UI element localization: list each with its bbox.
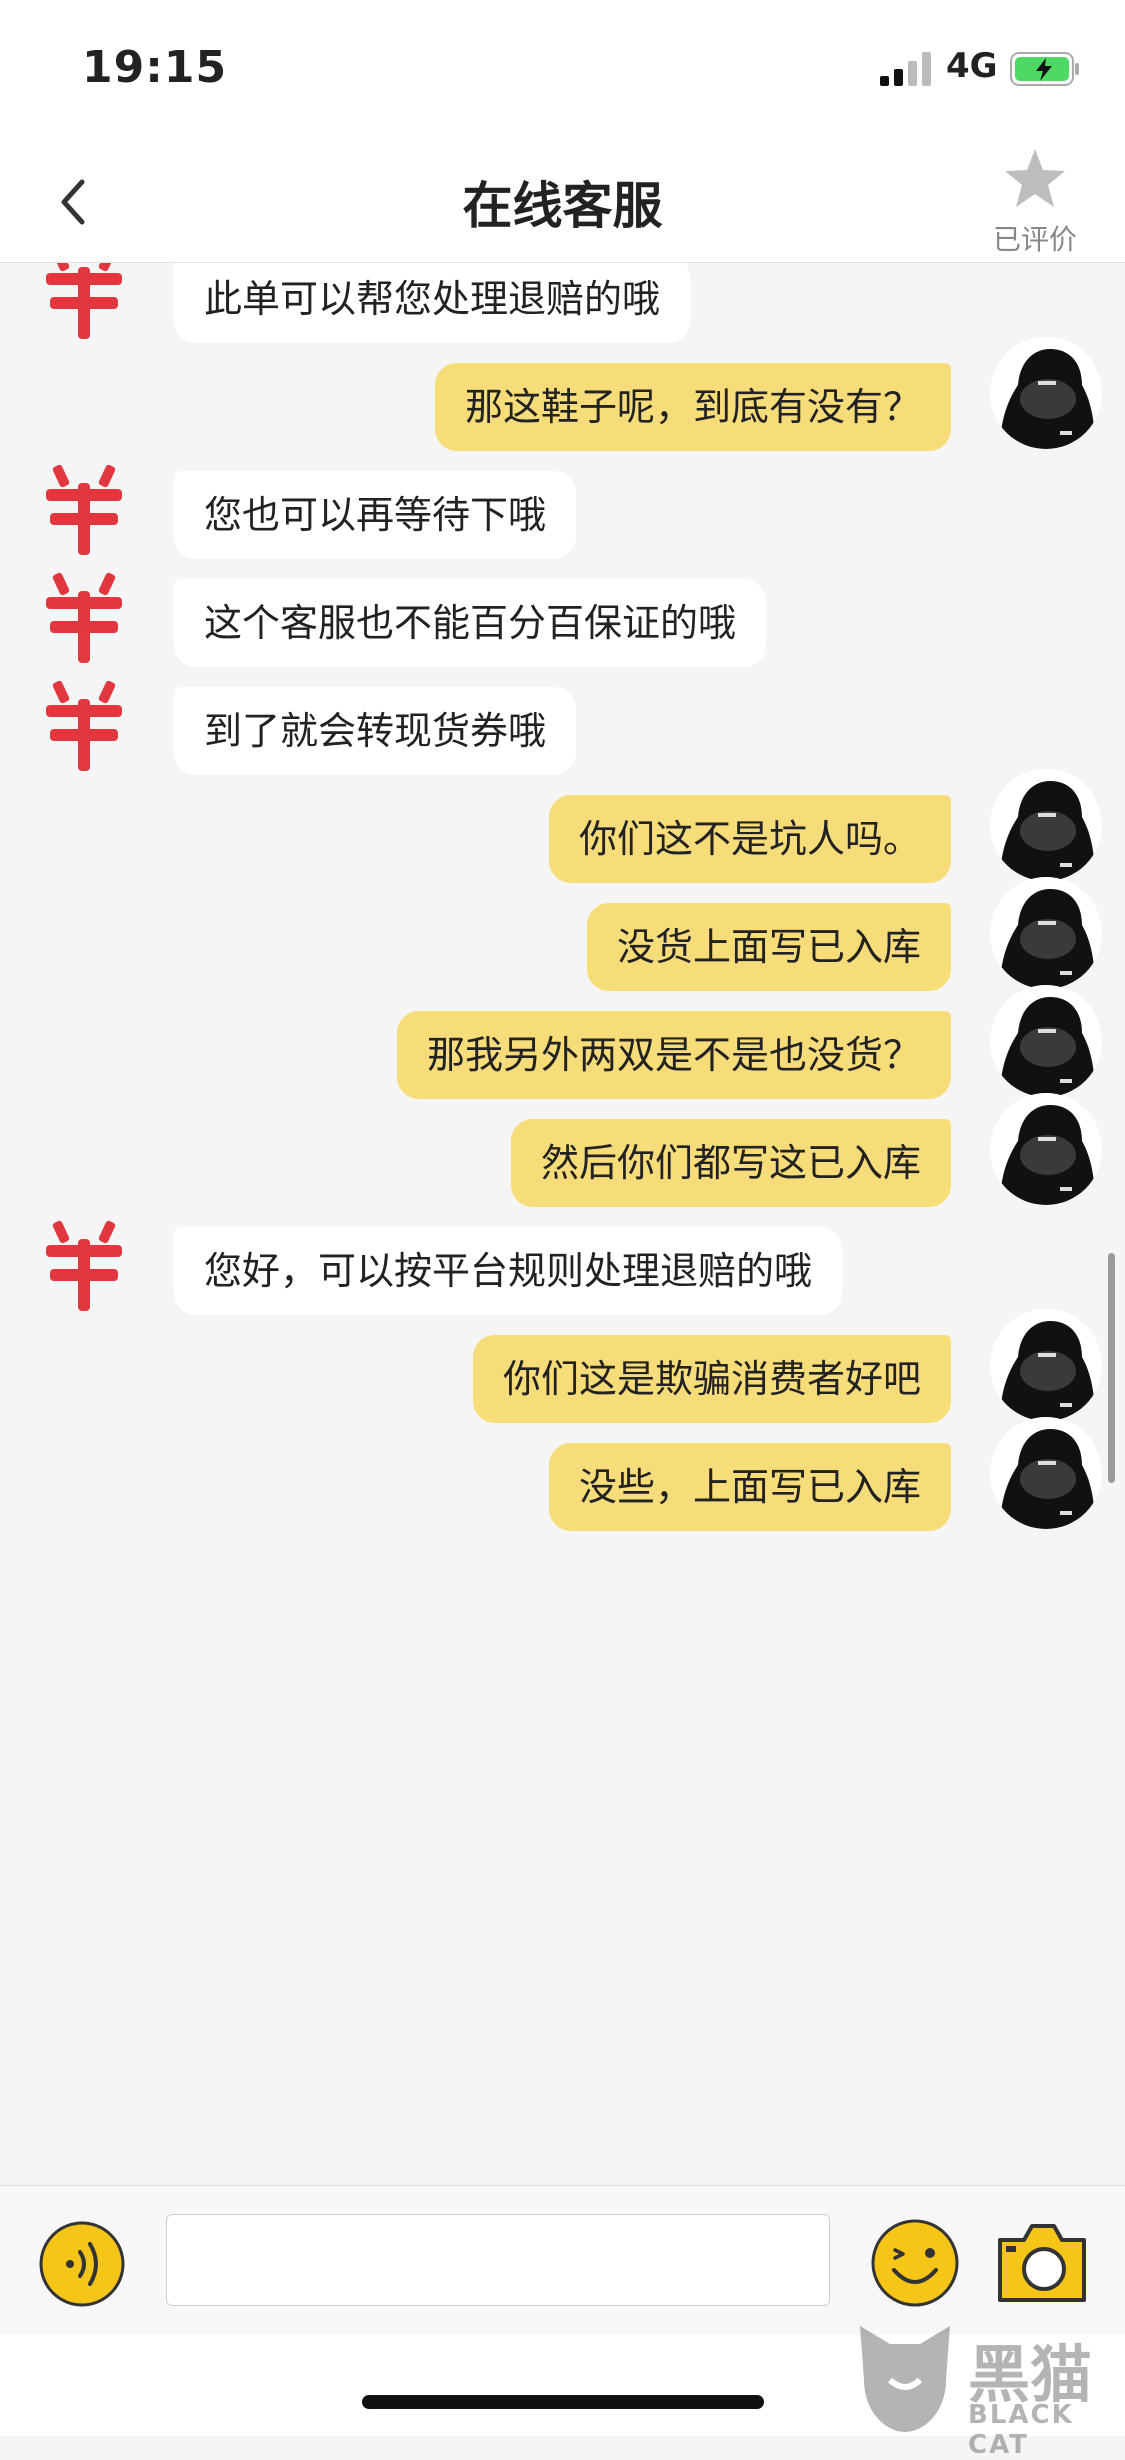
outgoing-message: 然后你们都写这已入库 <box>0 1093 1125 1219</box>
input-bar <box>0 2185 1125 2336</box>
message-bubble[interactable]: 这个客服也不能百分百保证的哦 <box>174 579 767 667</box>
message-bubble[interactable]: 然后你们都写这已入库 <box>510 1119 951 1207</box>
user-avatar-image <box>990 337 1102 449</box>
user-avatar-image <box>990 877 1102 989</box>
agent-avatar <box>46 263 122 339</box>
chat-list[interactable]: 此单可以帮您处理退赔的哦 那这鞋子呢，到底有没有？ 您也可以再等待下哦 这个客服… <box>0 263 1125 2185</box>
outgoing-message: 没些，上面写已入库 <box>0 1417 1125 1543</box>
user-avatar <box>990 1309 1102 1421</box>
message-bubble[interactable]: 你们这不是坑人吗。 <box>548 795 951 883</box>
outgoing-message: 你们这不是坑人吗。 <box>0 769 1125 895</box>
incoming-message: 这个客服也不能百分百保证的哦 <box>0 572 1125 679</box>
message-bubble[interactable]: 没些，上面写已入库 <box>548 1443 951 1531</box>
outgoing-message: 那我另外两双是不是也没货？ <box>0 985 1125 1111</box>
message-bubble[interactable]: 你们这是欺骗消费者好吧 <box>472 1335 951 1423</box>
outgoing-message: 你们这是欺骗消费者好吧 <box>0 1309 1125 1435</box>
message-bubble[interactable]: 没货上面写已入库 <box>586 903 951 991</box>
nav-header: 在线客服 已评价 <box>0 136 1125 263</box>
message-input[interactable] <box>166 2214 830 2306</box>
agent-avatar <box>46 572 122 663</box>
message-bubble[interactable]: 那我另外两双是不是也没货？ <box>396 1011 951 1099</box>
incoming-message: 您也可以再等待下哦 <box>0 464 1125 571</box>
user-avatar-image <box>990 985 1102 1097</box>
user-avatar <box>990 985 1102 1097</box>
page-title: 在线客服 <box>462 177 663 235</box>
battery-icon <box>1010 52 1079 86</box>
star-icon <box>1005 149 1065 207</box>
outgoing-message: 那这鞋子呢，到底有没有？ <box>0 337 1125 463</box>
user-avatar-image <box>990 1309 1102 1421</box>
user-avatar <box>990 337 1102 449</box>
emoji-icon[interactable] <box>870 2218 960 2308</box>
black-cat-logo <box>860 2326 950 2432</box>
user-avatar <box>990 877 1102 989</box>
watermark: 黑猫 BLACK CAT <box>850 2320 1125 2460</box>
status-time: 19:15 <box>82 42 228 93</box>
outgoing-message: 没货上面写已入库 <box>0 877 1125 1003</box>
message-bubble[interactable]: 那这鞋子呢，到底有没有？ <box>434 363 951 451</box>
message-bubble[interactable]: 此单可以帮您处理退赔的哦 <box>174 263 691 343</box>
watermark-sub: BLACK CAT <box>968 2400 1074 2460</box>
agent-avatar <box>46 1220 122 1311</box>
incoming-message: 此单可以帮您处理退赔的哦 <box>0 263 1125 355</box>
incoming-message: 您好，可以按平台规则处理退赔的哦 <box>0 1220 1125 1327</box>
agent-avatar <box>46 464 122 555</box>
camera-icon[interactable] <box>994 2216 1090 2308</box>
incoming-message: 到了就会转现货券哦 <box>0 680 1125 787</box>
user-avatar <box>990 1417 1102 1529</box>
agent-avatar <box>46 680 122 771</box>
signal-icon <box>880 52 931 86</box>
voice-icon[interactable] <box>38 2220 126 2308</box>
network-type: 4G <box>946 46 998 86</box>
home-indicator[interactable] <box>362 2395 764 2409</box>
user-avatar <box>990 769 1102 881</box>
rate-button[interactable]: 已评价 <box>980 146 1090 256</box>
scrollbar[interactable] <box>1108 1253 1115 1483</box>
message-bubble[interactable]: 您也可以再等待下哦 <box>174 471 577 559</box>
rate-label: 已评价 <box>992 223 1077 256</box>
user-avatar-image <box>990 1093 1102 1205</box>
user-avatar <box>990 1093 1102 1205</box>
user-avatar-image <box>990 769 1102 881</box>
message-bubble[interactable]: 您好，可以按平台规则处理退赔的哦 <box>174 1227 843 1315</box>
user-avatar-image <box>990 1417 1102 1529</box>
status-bar: 19:15 4G <box>0 0 1125 136</box>
message-bubble[interactable]: 到了就会转现货券哦 <box>174 687 577 775</box>
